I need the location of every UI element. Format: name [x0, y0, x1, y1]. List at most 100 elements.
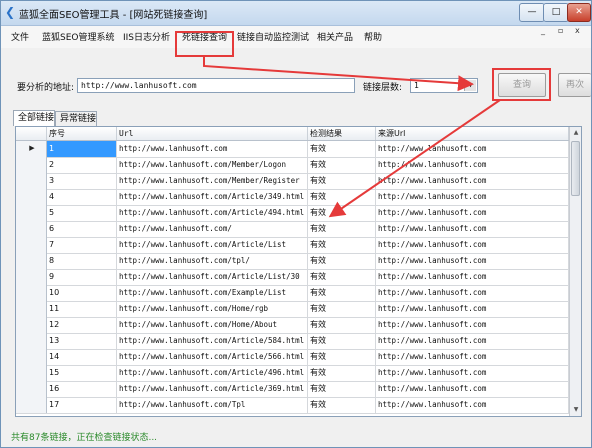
cell-result: 有效	[308, 205, 376, 221]
links-grid: 序号 Url 检测结果 来源Url ▶ 1 http://www.lanhusoft…	[15, 126, 582, 417]
cell-source-url: http://www.lanhusoft.com	[376, 381, 569, 397]
cell-result: 有效	[308, 157, 376, 173]
link-depth-select[interactable]: 1 ▼	[410, 78, 478, 93]
cell-index: 5	[47, 205, 117, 221]
menu-bar: 文件 蓝狐SEO管理系统 IIS日志分析 死链接查询 链接自动监控测试 相关产品…	[1, 26, 591, 48]
cell-source-url: http://www.lanhusoft.com	[376, 317, 569, 333]
menu-iis-log[interactable]: IIS日志分析	[123, 30, 170, 43]
row-header[interactable]	[16, 397, 47, 413]
row-header[interactable]	[16, 205, 47, 221]
column-header-url[interactable]: Url	[117, 127, 308, 140]
depth-value: 1	[414, 81, 419, 90]
menu-seo-system[interactable]: 蓝狐SEO管理系统	[42, 30, 114, 43]
cell-result: 有效	[308, 349, 376, 365]
cell-url: http://www.lanhusoft.com/Article/List	[117, 237, 308, 253]
table-row[interactable]: 15 http://www.lanhusoft.com/Article/496.h…	[16, 365, 569, 382]
maximize-button[interactable]: □	[543, 3, 569, 22]
table-row[interactable]: 5 http://www.lanhusoft.com/Article/494.ht…	[16, 205, 569, 222]
menu-help[interactable]: 帮助	[364, 30, 382, 43]
cell-url: http://www.lanhusoft.com/Article/369.htm…	[117, 381, 308, 397]
cell-source-url: http://www.lanhusoft.com	[376, 365, 569, 381]
cell-result: 有效	[308, 381, 376, 397]
url-input[interactable]: http://www.lanhusoft.com	[77, 78, 355, 93]
row-header[interactable]	[16, 269, 47, 285]
cell-result: 有效	[308, 397, 376, 413]
row-header[interactable]	[16, 285, 47, 301]
scrollbar-thumb[interactable]	[571, 141, 580, 196]
vertical-scrollbar[interactable]: ▲ ▼	[569, 127, 581, 416]
annotation-query-highlight	[492, 68, 551, 101]
grid-header: 序号 Url 检测结果 来源Url	[16, 127, 569, 141]
app-logo-icon: ❮	[5, 5, 16, 19]
table-row[interactable]: 3 http://www.lanhusoft.com/Member/Registe…	[16, 173, 569, 190]
scroll-up-icon[interactable]: ▲	[571, 128, 581, 138]
table-row[interactable]: 13 http://www.lanhusoft.com/Article/584.h…	[16, 333, 569, 350]
scroll-down-icon[interactable]: ▼	[571, 405, 581, 415]
cell-index: 14	[47, 349, 117, 365]
table-row[interactable]: 9 http://www.lanhusoft.com/Article/List/3…	[16, 269, 569, 286]
table-row[interactable]: 11 http://www.lanhusoft.com/Home/rgb 有效 htt…	[16, 301, 569, 318]
row-header[interactable]	[16, 221, 47, 237]
table-row[interactable]: 4 http://www.lanhusoft.com/Article/349.ht…	[16, 189, 569, 206]
minimize-button[interactable]: —	[519, 3, 545, 22]
tab-abnormal-links[interactable]: 异常链接	[55, 111, 97, 126]
cell-index: 4	[47, 189, 117, 205]
table-row[interactable]: 6 http://www.lanhusoft.com/有效 http://www.l…	[16, 221, 569, 238]
row-header[interactable]	[16, 365, 47, 381]
menu-link-monitor[interactable]: 链接自动监控测试	[237, 30, 309, 43]
menu-related-products[interactable]: 相关产品	[317, 30, 353, 43]
mdi-minimize-icon[interactable]: _	[541, 26, 545, 35]
row-header[interactable]	[16, 237, 47, 253]
cell-source-url: http://www.lanhusoft.com	[376, 269, 569, 285]
row-header[interactable]	[16, 333, 47, 349]
depth-label: 链接层数:	[363, 83, 403, 93]
table-row[interactable]: 16 http://www.lanhusoft.com/Article/369.h…	[16, 381, 569, 398]
cell-source-url: http://www.lanhusoft.com	[376, 301, 569, 317]
mdi-restore-icon[interactable]: ▫	[558, 26, 563, 35]
menu-file[interactable]: 文件	[11, 30, 29, 43]
cell-source-url: http://www.lanhusoft.com	[376, 205, 569, 221]
column-header-result[interactable]: 检测结果	[308, 127, 376, 140]
cell-url: http://www.lanhusoft.com/Tpl	[117, 397, 308, 413]
cell-url: http://www.lanhusoft.com/Example/List	[117, 285, 308, 301]
row-header[interactable]	[16, 349, 47, 365]
cell-url: http://www.lanhusoft.com/Home/About	[117, 317, 308, 333]
requery-button[interactable]: 再次	[558, 73, 591, 97]
current-row-indicator-icon[interactable]: ▶	[16, 141, 47, 157]
cell-source-url: http://www.lanhusoft.com	[376, 333, 569, 349]
row-header[interactable]	[16, 157, 47, 173]
cell-result: 有效	[308, 269, 376, 285]
mdi-close-icon[interactable]: x	[575, 26, 580, 35]
table-row[interactable]: ▶ 1 http://www.lanhusoft.com 有效 http://www.l…	[16, 141, 569, 158]
cell-result: 有效	[308, 237, 376, 253]
cell-index: 15	[47, 365, 117, 381]
grid-body: ▶ 1 http://www.lanhusoft.com 有效 http://www.l…	[16, 141, 569, 416]
column-header-index[interactable]: 序号	[47, 127, 117, 140]
row-header[interactable]	[16, 317, 47, 333]
table-row[interactable]: 14 http://www.lanhusoft.com/Article/566.h…	[16, 349, 569, 366]
cell-result: 有效	[308, 285, 376, 301]
table-row[interactable]: 8 http://www.lanhusoft.com/tpl/有效 http://w…	[16, 253, 569, 270]
row-header[interactable]	[16, 301, 47, 317]
row-header[interactable]	[16, 189, 47, 205]
column-header-source-url[interactable]: 来源Url	[376, 127, 569, 140]
window-title: 蓝狐全面SEO管理工具 - [网站死链接查询]	[19, 10, 208, 21]
tab-all-links[interactable]: 全部链接	[13, 110, 55, 126]
table-row[interactable]: 17 http://www.lanhusoft.com/Tpl 有效 http://w…	[16, 397, 569, 414]
close-button[interactable]: ✕	[567, 3, 591, 22]
title-bar[interactable]: ❮ 蓝狐全面SEO管理工具 - [网站死链接查询] — □ ✕	[1, 1, 591, 26]
row-header[interactable]	[16, 381, 47, 397]
table-row[interactable]: 12 http://www.lanhusoft.com/Home/About 有效 h…	[16, 317, 569, 334]
chevron-down-icon[interactable]: ▼	[464, 80, 476, 91]
status-bar: 共有87条链接，正在检查链接状态...	[1, 423, 591, 447]
table-row[interactable]: 10 http://www.lanhusoft.com/Example/List 有…	[16, 285, 569, 302]
cell-index: 17	[47, 397, 117, 413]
cell-url: http://www.lanhusoft.com/Member/Register	[117, 173, 308, 189]
mdi-controls: _ ▫ x	[541, 26, 591, 36]
table-row[interactable]: 7 http://www.lanhusoft.com/Article/List 有效…	[16, 237, 569, 254]
row-header[interactable]	[16, 253, 47, 269]
cell-index: 12	[47, 317, 117, 333]
cell-source-url: http://www.lanhusoft.com	[376, 221, 569, 237]
row-header[interactable]	[16, 173, 47, 189]
table-row[interactable]: 2 http://www.lanhusoft.com/Member/Logon 有效…	[16, 157, 569, 174]
